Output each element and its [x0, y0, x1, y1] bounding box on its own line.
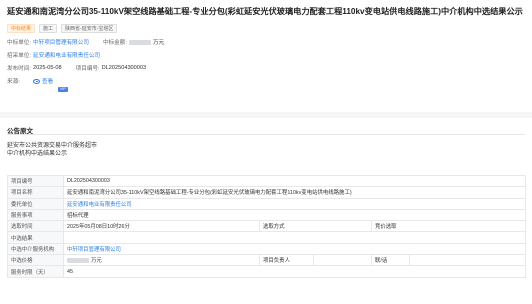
- amount-label: 中标金额:: [102, 40, 127, 46]
- row-label: 中选价格: [7, 254, 64, 267]
- table-row: 中选中介服务机构 中轩项目管理有限公司: [7, 242, 527, 256]
- notice-title: 延安通和南泥湾分公司35-110kV架空线路基础工程-专业分包(彩虹延安光伏玻璃…: [7, 7, 523, 16]
- pubtime-value: 2025-05-08: [33, 65, 62, 71]
- tenderer-link[interactable]: 延安通和电业有限责任公司: [33, 51, 100, 59]
- result-table: 项目编号 DL202504300003 项目名称 延安通和南泥湾分公司35-11…: [7, 174, 527, 278]
- row-label: 中选结果: [7, 231, 64, 244]
- amount-masked: [128, 39, 151, 45]
- row-label: 项目编号: [7, 174, 64, 188]
- row-label: 委托单位: [7, 197, 64, 210]
- amount-suffix: 万元: [152, 40, 165, 46]
- tenderer-row: 招采单位: 延安通和电业有限责任公司: [7, 50, 525, 60]
- winner-row: 中标单位: 中轩项目管理有限公司 中标金额: 万元: [7, 37, 525, 47]
- row-label: 中选中介服务机构: [7, 242, 64, 256]
- row-value: 2025年05月08日10时26分: [63, 220, 260, 233]
- table-row: 项目名称 延安通和南泥湾分公司35-110kV架空线路基础工程-专业分包(彩虹延…: [7, 186, 527, 199]
- section-title: 公告原文: [7, 128, 33, 135]
- vip-badge: VIP: [58, 87, 68, 92]
- doc-head: 延安市公共资源交易中介服务超市 中介机构中选结果公示: [0, 135, 532, 158]
- pubtime-label: 发布时间:: [7, 66, 31, 72]
- winner-link[interactable]: 中轩项目管理有限公司: [33, 38, 89, 46]
- row-sub-label: 选取方式: [259, 220, 372, 233]
- table-row: 中选价格 万元 项目负责人 联/话: [7, 254, 527, 267]
- row-value: [62, 231, 527, 244]
- view-source-link[interactable]: 查看: [33, 77, 53, 85]
- row-value: DL202504300003: [62, 174, 527, 188]
- table-row: 委托单位 延安通和电业有限责任公司: [7, 197, 527, 210]
- price-masked: [67, 258, 89, 264]
- notice-card: 公告原文 延安市公共资源交易中介服务超市 中介机构中选结果公示 项目编号 DL2…: [0, 118, 532, 304]
- row-sub-label: 项目负责人: [259, 254, 314, 267]
- eye-icon: [33, 78, 40, 84]
- agency-link[interactable]: 中轩项目管理有限公司: [62, 242, 527, 256]
- table-row: 服务事项 招标代理: [7, 208, 527, 222]
- client-link[interactable]: 延安通和电业有限责任公司: [62, 197, 527, 210]
- doc-org: 延安市公共资源交易中介服务超市: [7, 142, 98, 149]
- source-label: 来源:: [7, 79, 20, 85]
- table-row: 选取时间 2025年05月08日10时26分 选取方式 竞价选取: [7, 220, 527, 233]
- view-source-label: 查看: [42, 79, 54, 85]
- row-value: 45: [62, 265, 527, 278]
- tag-region[interactable]: 陕西省-延安市-宝塔区: [61, 24, 118, 33]
- table-row: 服务时限（天） 45: [7, 265, 527, 278]
- row-label: 服务事项: [7, 208, 64, 222]
- row-sub-value: [313, 254, 372, 267]
- page: 延安通和南泥湾分公司35-110kV架空线路基础工程-专业分包(彩虹延安光伏玻璃…: [0, 0, 532, 304]
- row-sub-value: 竞价选取: [370, 220, 527, 233]
- row-value: 万元: [63, 254, 260, 267]
- price-suffix: 万元: [91, 258, 102, 265]
- row-value: 延安通和南泥湾分公司35-110kV架空线路基础工程-专业分包(彩虹延安光伏玻璃…: [62, 186, 527, 199]
- row-value: 招标代理: [62, 208, 527, 222]
- row-label: 选取时间: [7, 220, 64, 233]
- projno-label: 项目编号:: [75, 66, 100, 72]
- source-row: 来源: 查看: [7, 76, 525, 86]
- pubtime-row: 发布时间: 2025-05-08 项目编号: DL202504300003: [7, 63, 525, 73]
- table-row: 中选结果: [7, 231, 527, 244]
- tag-category[interactable]: 施工: [39, 24, 58, 33]
- tenderer-label: 招采单位:: [7, 53, 31, 59]
- row-label: 服务时限（天）: [7, 265, 64, 278]
- row-label: 项目名称: [7, 186, 64, 199]
- tag-result-type[interactable]: 中标结果: [7, 24, 36, 33]
- row-sub-value-2: [408, 254, 527, 267]
- winner-label: 中标单位:: [7, 40, 31, 46]
- table-row: 项目编号 DL202504300003: [7, 174, 527, 188]
- projno-value: DL202504300003: [101, 65, 147, 71]
- summary-card: 延安通和南泥湾分公司35-110kV架空线路基础工程-专业分包(彩虹延安光伏玻璃…: [0, 0, 532, 112]
- row-sub-label-2: 联/话: [371, 254, 410, 267]
- tag-list: 中标结果 施工 陕西省-延安市-宝塔区: [7, 24, 525, 34]
- doc-title: 中介机构中选结果公示: [7, 150, 68, 157]
